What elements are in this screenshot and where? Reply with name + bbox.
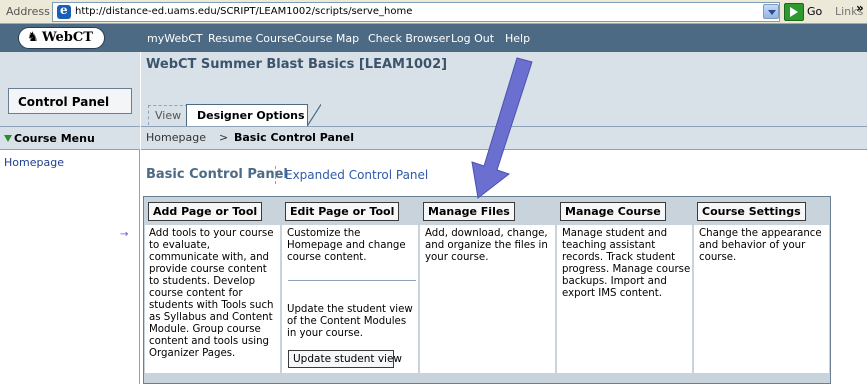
manage-files-description: Add, download, change, and organize the … (425, 228, 548, 263)
control-panel-button[interactable]: Control Panel (8, 88, 132, 114)
nav-help[interactable]: Help (505, 32, 530, 45)
course-title: WebCT Summer Blast Basics [LEAM1002] (146, 57, 448, 72)
course-menu-label: Course Menu (14, 132, 95, 145)
tab-edge (307, 104, 321, 126)
webct-logo: ♞ WebCT (18, 27, 105, 49)
go-button-label[interactable]: Go (807, 5, 822, 18)
nav-course-map[interactable]: Course Map (294, 32, 359, 45)
knight-icon: ♞ (27, 30, 39, 45)
address-dropdown-icon[interactable] (763, 4, 779, 19)
course-settings-label: Course Settings (702, 205, 801, 218)
manage-course-button[interactable]: Manage Course (560, 202, 666, 221)
edit-page-or-tool-label: Edit Page or Tool (290, 205, 395, 218)
edit-page-description: Customize the Homepage and change course… (287, 228, 406, 263)
manage-files-label: Manage Files (428, 205, 510, 218)
add-page-or-tool-button[interactable]: Add Page or Tool (148, 202, 263, 221)
nav-mywebct[interactable]: myWebCT (147, 32, 203, 45)
expanded-control-panel-link[interactable]: Expanded Control Panel (285, 168, 428, 182)
nav-check-browser[interactable]: Check Browser (368, 32, 450, 45)
address-bar: Address http://distance-ed.uams.edu/SCRI… (0, 0, 867, 24)
add-page-description: Add tools to your course to evaluate, co… (149, 228, 274, 359)
arrow-tip-icon: → (120, 229, 129, 240)
tab-view-label: View (155, 109, 182, 122)
tab-designer-options[interactable]: Designer Options (186, 104, 308, 126)
title-divider (275, 166, 276, 184)
course-settings-button[interactable]: Course Settings (697, 202, 806, 221)
course-settings-description: Change the appearance and behavior of yo… (699, 228, 822, 263)
course-menu-header[interactable]: Course Menu (0, 126, 140, 150)
address-input[interactable]: http://distance-ed.uams.edu/SCRIPT/LEAM1… (52, 2, 780, 22)
breadcrumb-current: Basic Control Panel (234, 131, 355, 144)
update-student-view-label: Update student view (293, 353, 403, 365)
ie-page-icon (57, 3, 71, 19)
sidebar-item-homepage[interactable]: Homepage (4, 156, 64, 169)
nav-resume-course[interactable]: Resume Course (208, 32, 294, 45)
tab-designer-label: Designer Options (197, 109, 305, 122)
top-nav-bar: ♞ WebCT myWebCT Resume Course Course Map… (0, 24, 867, 52)
address-url[interactable]: http://distance-ed.uams.edu/SCRIPT/LEAM1… (75, 6, 412, 17)
breadcrumb-separator: > (219, 131, 229, 144)
update-student-view-button[interactable]: Update student view (288, 350, 402, 368)
tab-view[interactable]: View (148, 105, 188, 125)
go-arrow-icon[interactable] (784, 3, 804, 21)
cell-divider (288, 280, 416, 281)
address-label: Address (6, 5, 50, 18)
manage-course-description: Manage student and teaching assistant re… (562, 228, 691, 299)
control-panel-label: Control Panel (18, 95, 110, 109)
manage-files-button[interactable]: Manage Files (423, 202, 515, 221)
edit-page-or-tool-button[interactable]: Edit Page or Tool (285, 202, 400, 221)
page-title: Basic Control Panel (146, 167, 288, 182)
nav-log-out[interactable]: Log Out (451, 32, 494, 45)
triangle-down-icon (4, 135, 12, 142)
add-page-or-tool-label: Add Page or Tool (153, 205, 258, 218)
manage-course-label: Manage Course (565, 205, 661, 218)
breadcrumb-homepage[interactable]: Homepage (146, 131, 206, 144)
links-chevron-icon[interactable]: » (856, 1, 864, 15)
update-view-description: Update the student view of the Content M… (287, 304, 413, 339)
logo-text: WebCT (42, 30, 93, 45)
